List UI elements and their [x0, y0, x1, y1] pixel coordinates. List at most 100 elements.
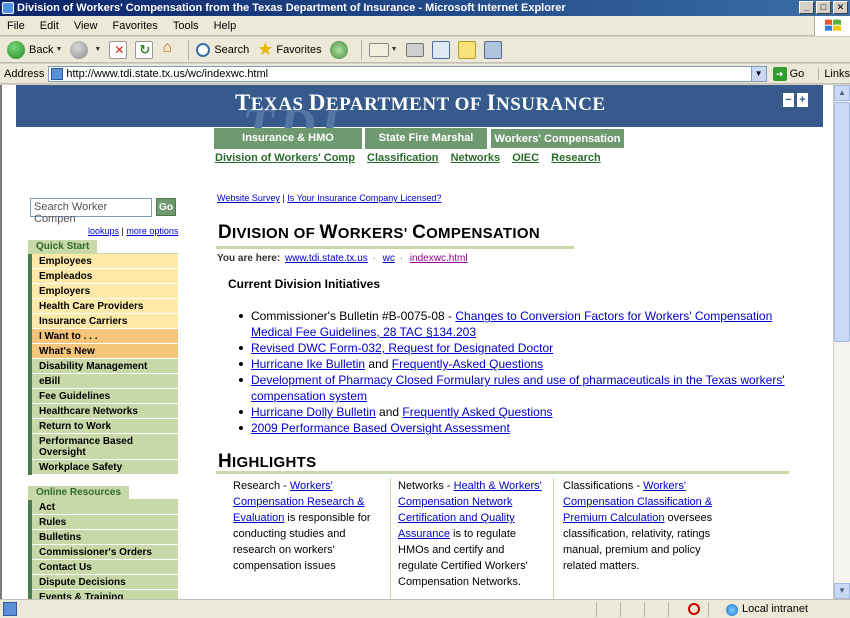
increase-font-button[interactable]: +: [797, 93, 808, 107]
vertical-scrollbar[interactable]: ▲ ▼: [833, 85, 850, 599]
windows-logo-icon: [814, 16, 850, 36]
history-button[interactable]: [327, 39, 355, 61]
title-underline: [216, 246, 574, 249]
menu-favorites[interactable]: Favorites: [107, 16, 164, 36]
nav-empleados[interactable]: Empleados: [28, 269, 178, 284]
breadcrumb-wc[interactable]: wc: [383, 253, 395, 264]
nav-health-care-providers[interactable]: Health Care Providers: [28, 299, 178, 314]
minimize-button[interactable]: _: [799, 1, 814, 14]
toolbar-separator: [360, 39, 362, 60]
nav-employers[interactable]: Employers: [28, 284, 178, 299]
address-input[interactable]: http://www.tdi.state.tx.us/wc/indexwc.ht…: [48, 65, 767, 82]
breadcrumb-home[interactable]: www.tdi.state.tx.us: [285, 253, 368, 264]
home-button[interactable]: ⌂: [158, 39, 182, 61]
online-resources-heading: Online Resources: [28, 486, 130, 499]
chevron-down-icon[interactable]: ▼: [391, 46, 398, 53]
menu-edit[interactable]: Edit: [34, 16, 65, 36]
scroll-down-button[interactable]: ▼: [834, 583, 850, 599]
decrease-font-button[interactable]: −: [783, 93, 794, 107]
initiative-link[interactable]: 2009 Performance Based Oversight Assessm…: [251, 421, 510, 435]
initiative-link[interactable]: Hurricane Dolly Bulletin: [251, 405, 376, 419]
maximize-button[interactable]: □: [816, 1, 831, 14]
forward-button[interactable]: ▼: [67, 39, 104, 61]
nav-disability-management[interactable]: Disability Management: [28, 359, 178, 374]
close-button[interactable]: ✕: [833, 1, 848, 14]
nav-performance-based-oversight[interactable]: Performance Based Oversight: [28, 434, 178, 460]
menu-view[interactable]: View: [68, 16, 104, 36]
mail-button[interactable]: ▼: [366, 39, 401, 61]
lookups-link[interactable]: lookups: [88, 226, 119, 236]
nav-events-training[interactable]: Events & Training: [28, 590, 178, 599]
address-url[interactable]: http://www.tdi.state.tx.us/wc/indexwc.ht…: [66, 68, 268, 80]
nav-act[interactable]: Act: [28, 500, 178, 515]
site-title-part: T: [235, 90, 251, 115]
site-search-input[interactable]: Search Worker Compen: [30, 198, 152, 225]
initiative-link[interactable]: Hurricane Ike Bulletin: [251, 357, 365, 371]
menu-bar: File Edit View Favorites Tools Help: [0, 16, 850, 36]
nav-commissioners-orders[interactable]: Commissioner's Orders: [28, 545, 178, 560]
list-item: Commissioner's Bulletin #B-0075-08 - Cha…: [239, 308, 791, 340]
subnav-division[interactable]: Division of Workers' Comp: [215, 152, 355, 164]
chevron-down-icon[interactable]: ▼: [55, 46, 62, 53]
subnav-classification[interactable]: Classification: [367, 152, 439, 164]
search-go-button[interactable]: Go: [156, 198, 176, 216]
search-label: Search: [214, 43, 250, 56]
discuss-button[interactable]: [455, 39, 479, 61]
menu-tools[interactable]: Tools: [167, 16, 205, 36]
nav-bulletins[interactable]: Bulletins: [28, 530, 178, 545]
refresh-button[interactable]: ↻: [132, 39, 156, 61]
popup-blocked-icon[interactable]: [688, 603, 700, 615]
highlight-networks: Networks - Health & Workers' Compensatio…: [398, 478, 546, 590]
back-button[interactable]: Back ▼: [4, 39, 65, 61]
subnav-oiec[interactable]: OIEC: [512, 152, 539, 164]
nav-ebill[interactable]: eBill: [28, 374, 178, 389]
nav-healthcare-networks[interactable]: Healthcare Networks: [28, 404, 178, 419]
site-title[interactable]: TEXAS DEPARTMENT OF INSURANCE: [235, 90, 606, 116]
highlights-heading-part: H: [218, 451, 233, 472]
list-item: Development of Pharmacy Closed Formulary…: [239, 372, 791, 404]
scroll-thumb[interactable]: [834, 102, 850, 342]
scroll-up-button[interactable]: ▲: [834, 85, 850, 101]
tab-state-fire-marshal[interactable]: State Fire Marshal: [365, 128, 487, 149]
nav-insurance-carriers[interactable]: Insurance Carriers: [28, 314, 178, 329]
subnav-research[interactable]: Research: [551, 152, 601, 164]
nav-workplace-safety[interactable]: Workplace Safety: [28, 460, 178, 475]
initiative-link[interactable]: Frequently-Asked Questions: [392, 357, 543, 371]
initiative-link[interactable]: Frequently Asked Questions: [402, 405, 552, 419]
website-survey-link[interactable]: Website Survey: [217, 193, 280, 203]
nav-i-want-to[interactable]: I Want to . . .: [28, 329, 178, 344]
list-item: 2009 Performance Based Oversight Assessm…: [239, 420, 791, 436]
print-button[interactable]: [403, 39, 427, 61]
page-title-part: D: [218, 222, 233, 243]
chevron-down-icon[interactable]: ▼: [94, 46, 101, 53]
nav-return-to-work[interactable]: Return to Work: [28, 419, 178, 434]
go-button[interactable]: ➜ Go: [772, 66, 804, 81]
highlight-text: Classifications -: [563, 480, 644, 492]
edit-page-icon: [431, 40, 450, 59]
search-button[interactable]: Search: [193, 39, 252, 61]
messenger-button[interactable]: [481, 39, 505, 61]
menu-file[interactable]: File: [0, 16, 31, 36]
edit-button[interactable]: [429, 39, 453, 61]
initiative-link[interactable]: Development of Pharmacy Closed Formulary…: [251, 373, 785, 403]
menu-help[interactable]: Help: [208, 16, 243, 36]
initiative-link[interactable]: Revised DWC Form-032, Request for Design…: [251, 341, 553, 355]
breadcrumb-separator: ·: [372, 253, 376, 264]
breadcrumb-current[interactable]: indexwc.html: [410, 253, 468, 264]
tab-workers-compensation[interactable]: Workers' Compensation: [490, 128, 625, 149]
links-button[interactable]: Links: [818, 67, 850, 80]
nav-whats-new[interactable]: What's New: [28, 344, 178, 359]
nav-fee-guidelines[interactable]: Fee Guidelines: [28, 389, 178, 404]
nav-dispute-decisions[interactable]: Dispute Decisions: [28, 575, 178, 590]
chevron-down-icon[interactable]: ▼: [750, 66, 766, 81]
licensed-company-link[interactable]: Is Your Insurance Company Licensed?: [287, 193, 441, 203]
favorites-button[interactable]: ★ Favorites: [254, 39, 324, 61]
nav-employees[interactable]: Employees: [28, 254, 178, 269]
nav-rules[interactable]: Rules: [28, 515, 178, 530]
tab-insurance-hmo[interactable]: Insurance & HMO: [214, 128, 362, 149]
mail-icon: [368, 42, 389, 57]
stop-button[interactable]: ✕: [106, 39, 130, 61]
subnav-networks[interactable]: Networks: [451, 152, 501, 164]
more-options-link[interactable]: more options: [126, 226, 178, 236]
nav-contact-us[interactable]: Contact Us: [28, 560, 178, 575]
